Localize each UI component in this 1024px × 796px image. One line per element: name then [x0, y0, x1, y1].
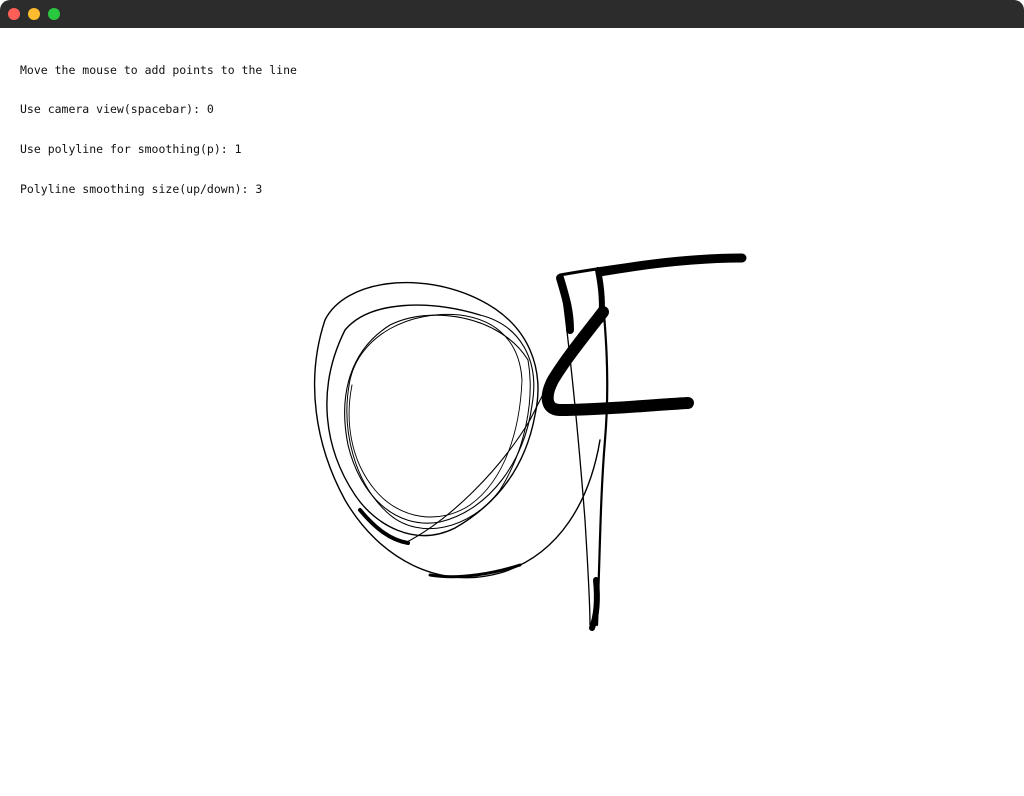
- stroke-f-stem-thick: [589, 577, 600, 631]
- drawn-line: [313, 253, 747, 631]
- stroke-f-hook-thin: [556, 274, 574, 334]
- stroke-f-top-thick: [595, 253, 747, 277]
- stroke-thick-bottom-left: [358, 508, 410, 545]
- app-window: Move the mouse to add points to the line…: [0, 0, 1024, 796]
- stroke-outer-loop: [313, 281, 601, 579]
- stroke-inner-loop-1: [344, 314, 535, 524]
- stroke-inner-loop-2: [346, 313, 531, 530]
- stroke-diagonal: [404, 339, 576, 544]
